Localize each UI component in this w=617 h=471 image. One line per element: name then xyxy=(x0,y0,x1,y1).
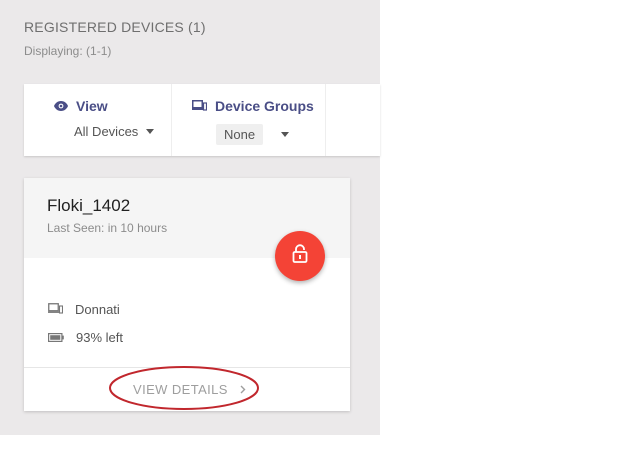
device-owner-row: Donnati xyxy=(48,302,120,317)
view-filter[interactable]: View All Devices xyxy=(24,84,172,156)
devices-panel: REGISTERED DEVICES (1) Displaying: (1-1)… xyxy=(0,0,380,435)
filter-bar: View All Devices Device Groups None xyxy=(24,84,380,156)
divider xyxy=(24,367,350,368)
view-label-text: View xyxy=(76,98,108,114)
battery-level: 93% left xyxy=(76,330,123,345)
device-name: Floki_1402 xyxy=(47,196,131,215)
view-filter-label: View xyxy=(54,98,108,114)
chevron-down-icon xyxy=(146,129,155,134)
device-groups-filter-label: Device Groups xyxy=(192,98,314,114)
device-groups-icon xyxy=(192,98,208,114)
view-dropdown[interactable]: All Devices xyxy=(74,124,155,139)
device-groups-selected-value: None xyxy=(216,124,264,145)
device-groups-filter[interactable]: Device Groups None xyxy=(172,84,326,156)
displaying-count: Displaying: (1-1) xyxy=(24,44,112,58)
device-card: Floki_1402 Last Seen: in 10 hours Donnat… xyxy=(24,178,350,411)
device-groups-label-text: Device Groups xyxy=(215,98,314,114)
battery-row: 93% left xyxy=(48,330,123,345)
device-owner: Donnati xyxy=(75,302,120,317)
view-details-label: VIEW DETAILS xyxy=(133,382,228,397)
chevron-down-icon xyxy=(281,132,290,137)
chevron-right-icon xyxy=(240,382,246,397)
lock-toggle-button[interactable] xyxy=(275,231,325,281)
view-details-link[interactable]: VIEW DETAILS xyxy=(133,382,246,397)
device-groups-dropdown[interactable]: None xyxy=(216,124,290,145)
device-icon xyxy=(48,302,64,317)
page-title: REGISTERED DEVICES (1) xyxy=(24,19,206,35)
view-selected-value: All Devices xyxy=(74,124,139,139)
eye-icon xyxy=(54,98,68,114)
battery-icon xyxy=(48,330,64,345)
unlocked-padlock-icon xyxy=(292,244,308,268)
last-seen-text: Last Seen: in 10 hours xyxy=(47,221,168,235)
